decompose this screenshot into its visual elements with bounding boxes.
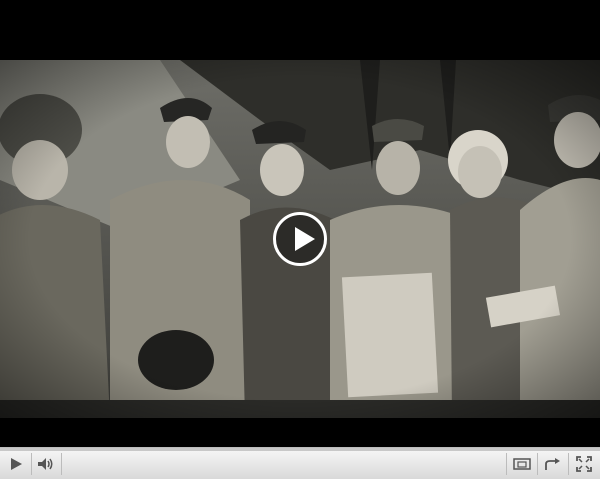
- control-divider: [506, 453, 507, 475]
- video-player: W: [0, 0, 600, 479]
- big-play-button[interactable]: [273, 212, 327, 266]
- share-icon: [545, 458, 560, 470]
- volume-icon: [38, 458, 53, 470]
- fullscreen-button[interactable]: [570, 452, 598, 476]
- share-button[interactable]: [539, 452, 567, 476]
- control-divider: [61, 453, 62, 475]
- window-size-icon: [513, 458, 531, 470]
- fullscreen-icon: [576, 456, 592, 472]
- window-size-button[interactable]: [508, 452, 536, 476]
- control-bar: [0, 447, 600, 479]
- play-icon: [11, 458, 22, 470]
- play-button[interactable]: [2, 452, 30, 476]
- volume-button[interactable]: [33, 452, 59, 476]
- control-divider: [31, 453, 32, 475]
- progress-bar[interactable]: [0, 448, 600, 451]
- control-divider: [537, 453, 538, 475]
- control-divider: [568, 453, 569, 475]
